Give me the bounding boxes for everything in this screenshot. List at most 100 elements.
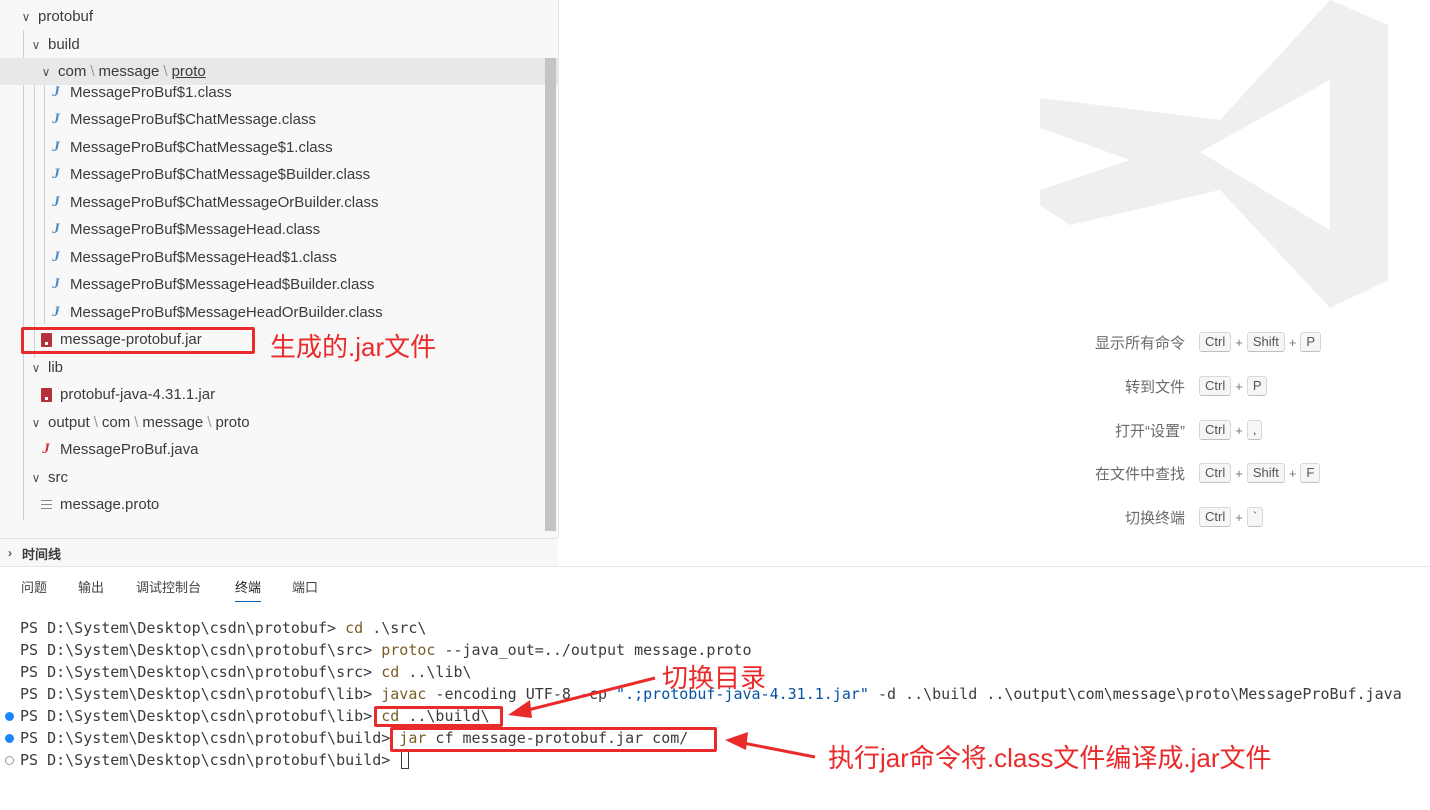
terminal-prompt: PS D:\System\Desktop\csdn\protobuf\build…	[20, 729, 400, 747]
file-label: MessageProBuf$MessageHead.class	[70, 221, 321, 238]
path-segment: message	[98, 63, 160, 80]
java-class-icon: J	[52, 166, 60, 182]
explorer-tree: ∨ protobuf ∨ build ∨ com \ message \ pro…	[0, 0, 559, 538]
jar-icon	[38, 387, 54, 402]
path-segment: com	[101, 414, 131, 431]
java-class-icon: J	[52, 84, 60, 100]
terminal-prompt: PS D:\System\Desktop\csdn\protobuf\lib>	[20, 685, 382, 703]
highlight-box-cd-build	[374, 706, 503, 727]
tree-folder-protobuf[interactable]: ∨ protobuf	[0, 3, 558, 30]
annotation-switch-dir: 切换目录	[662, 663, 767, 693]
annotation-exec-jar: 执行jar命令将.class文件编译成.jar文件	[828, 743, 1272, 773]
folder-label: src	[48, 469, 68, 486]
key-cap: P	[1300, 332, 1322, 352]
path-separator: \	[93, 414, 98, 431]
file-label: message.proto	[60, 496, 160, 513]
terminal-line: PS D:\System\Desktop\csdn\protobuf\src> …	[20, 661, 472, 683]
java-file-icon: J	[42, 441, 50, 457]
tree-file-class[interactable]: J MessageProBuf$MessageHead$Builder.clas…	[0, 271, 558, 298]
chevron-down-icon: ∨	[31, 37, 41, 52]
command-success-dot-icon[interactable]	[5, 734, 14, 743]
key-cap: Ctrl	[1199, 507, 1232, 527]
text-file-icon	[38, 500, 54, 509]
tab-terminal[interactable]: 终端	[235, 577, 262, 602]
file-label: MessageProBuf$MessageHead$1.class	[70, 249, 337, 266]
java-class-icon: J	[52, 304, 60, 320]
tree-file-class[interactable]: J MessageProBuf$ChatMessage.class	[0, 106, 558, 133]
tree-file-java[interactable]: J MessageProBuf.java	[0, 436, 558, 463]
tree-file-class[interactable]: J MessageProBuf$MessageHeadOrBuilder.cla…	[0, 299, 558, 326]
path-segment: proto	[215, 414, 250, 431]
key-cap: Ctrl	[1199, 420, 1232, 440]
file-label: protobuf-java-4.31.1.jar	[60, 386, 216, 403]
terminal-prompt: PS D:\System\Desktop\csdn\protobuf>	[20, 619, 346, 637]
tree-file-class[interactable]: J MessageProBuf$1.class	[0, 79, 558, 106]
file-label: MessageProBuf$ChatMessage$Builder.class	[70, 166, 371, 183]
key-cap: Ctrl	[1199, 463, 1232, 483]
key-cap: Ctrl	[1199, 376, 1232, 396]
shortcut-label: 转到文件	[1124, 378, 1185, 396]
terminal-command: protoc	[381, 641, 436, 659]
chevron-right-icon: ›	[8, 546, 12, 560]
terminal-command: javac	[381, 685, 427, 703]
tree-folder-build[interactable]: ∨ build	[0, 31, 558, 58]
timeline-section[interactable]: › 时间线	[0, 538, 558, 567]
terminal-prompt: PS D:\System\Desktop\csdn\protobuf\src>	[20, 663, 382, 681]
key-cap: Ctrl	[1199, 332, 1232, 352]
command-pending-dot-icon	[5, 756, 14, 765]
shortcut-open-settings: 打开“设置” Ctrl + ,	[1040, 418, 1400, 442]
tree-file-class[interactable]: J MessageProBuf$MessageHead.class	[0, 216, 558, 243]
tree-file-class[interactable]: J MessageProBuf$ChatMessage$1.class	[0, 134, 558, 161]
terminal-prompt: PS D:\System\Desktop\csdn\protobuf\src>	[20, 641, 382, 659]
terminal-args: -d ..\build ..\output\com\message\proto\…	[868, 685, 1402, 703]
folder-label: lib	[48, 359, 64, 376]
explorer-scrollbar[interactable]	[545, 58, 556, 531]
shortcut-label: 切换终端	[1124, 509, 1185, 527]
terminal-line: PS D:\System\Desktop\csdn\protobuf> cd .…	[20, 617, 426, 639]
terminal-args: ..\lib\	[399, 663, 472, 681]
tree-folder-output-path[interactable]: ∨ output \ com \ message \ proto	[0, 409, 558, 436]
java-class-icon: J	[52, 221, 60, 237]
annotation-jar-generated: 生成的.jar文件	[270, 332, 437, 362]
folder-label: build	[48, 36, 80, 53]
tree-file-class[interactable]: J MessageProBuf$ChatMessageOrBuilder.cla…	[0, 189, 558, 216]
key-cap: ,	[1246, 420, 1263, 440]
java-class-icon: J	[52, 194, 60, 210]
java-class-icon: J	[52, 111, 60, 127]
key-cap: Shift	[1246, 463, 1285, 483]
folder-label: protobuf	[38, 8, 94, 25]
vscode-logo-watermark	[1040, 0, 1388, 308]
key-cap: Shift	[1246, 332, 1285, 352]
chevron-down-icon: ∨	[31, 360, 41, 375]
terminal-args: -encoding UTF-8 -cp	[426, 685, 617, 703]
highlight-box-jar-command	[390, 727, 717, 752]
file-label: MessageProBuf.java	[60, 441, 199, 458]
tree-file-proto[interactable]: message.proto	[0, 491, 558, 518]
tab-problems[interactable]: 问题	[21, 577, 47, 596]
terminal-prompt: PS D:\System\Desktop\csdn\protobuf\build…	[20, 751, 400, 769]
terminal-input-line[interactable]: PS D:\System\Desktop\csdn\protobuf\build…	[20, 749, 410, 771]
shortcut-label: 显示所有命令	[1094, 334, 1185, 352]
tab-debug-console[interactable]: 调试控制台	[136, 577, 201, 596]
terminal-prompt: PS D:\System\Desktop\csdn\protobuf\lib>	[20, 707, 382, 725]
tree-folder-src[interactable]: ∨ src	[0, 464, 558, 491]
chevron-down-icon: ∨	[41, 64, 51, 79]
tab-ports[interactable]: 端口	[292, 577, 318, 596]
terminal-command: cd	[345, 619, 364, 637]
chevron-down-icon: ∨	[31, 415, 41, 430]
timeline-label: 时间线	[22, 546, 62, 562]
tab-output[interactable]: 输出	[78, 577, 104, 596]
tree-file-protobuf-java-jar[interactable]: protobuf-java-4.31.1.jar	[0, 381, 558, 408]
java-class-icon: J	[52, 276, 60, 292]
tree-file-class[interactable]: J MessageProBuf$MessageHead$1.class	[0, 244, 558, 271]
tree-file-class[interactable]: J MessageProBuf$ChatMessage$Builder.clas…	[0, 161, 558, 188]
file-label: MessageProBuf$1.class	[70, 84, 232, 101]
shortcut-show-commands: 显示所有命令 Ctrl + Shift + P	[1040, 330, 1400, 354]
command-success-dot-icon[interactable]	[5, 712, 14, 721]
terminal-cursor	[401, 751, 410, 769]
key-cap: F	[1300, 463, 1321, 483]
terminal-args: --java_out=../output message.proto	[435, 641, 752, 659]
path-segment: proto	[171, 63, 206, 80]
file-label: MessageProBuf$ChatMessageOrBuilder.class	[70, 194, 379, 211]
path-segment: output	[48, 414, 90, 431]
